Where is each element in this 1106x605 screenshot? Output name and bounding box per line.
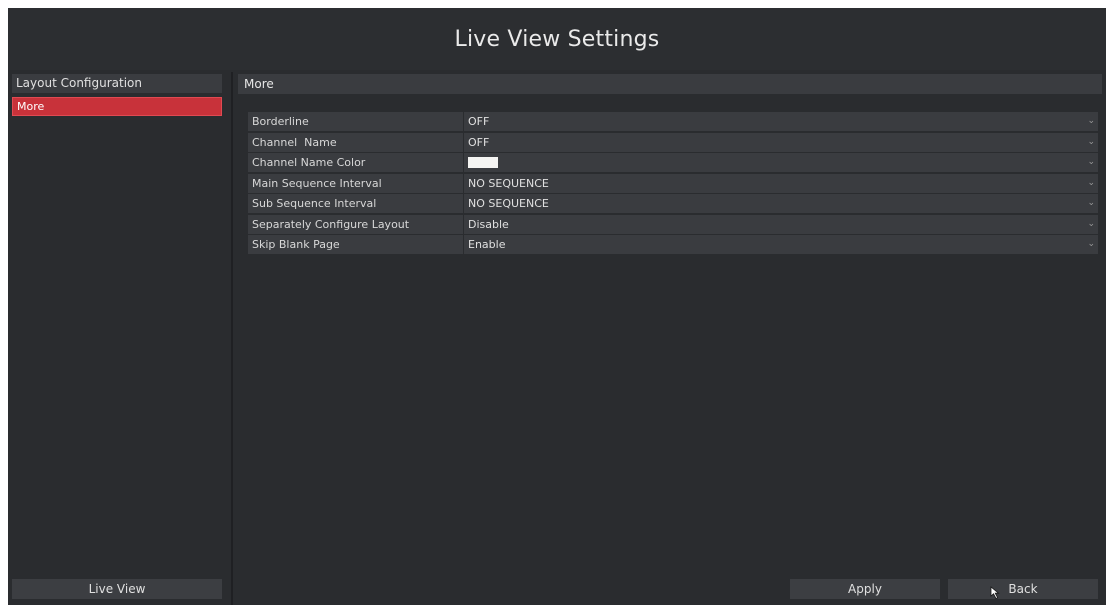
borderline-dropdown[interactable]: OFF ⌄ <box>464 112 1098 131</box>
setting-value: OFF <box>468 115 490 128</box>
chevron-down-icon: ⌄ <box>1087 198 1095 208</box>
main-panel: More Borderline OFF ⌄ Channel Name OFF ⌄… <box>234 72 1106 605</box>
setting-row-skip-blank-page: Skip Blank Page Enable ⌄ <box>248 235 1098 254</box>
chevron-down-icon: ⌄ <box>1087 177 1095 188</box>
setting-value: NO SEQUENCE <box>468 176 549 190</box>
page-title: Live View Settings <box>454 26 660 52</box>
sidebar-header[interactable]: Layout Configuration <box>12 74 222 93</box>
setting-value: NO SEQUENCE <box>468 197 549 210</box>
chevron-down-icon: ⌄ <box>1087 157 1095 167</box>
mouse-cursor-icon <box>990 586 1000 600</box>
setting-value: Enable <box>468 238 506 251</box>
title-bar: Live View Settings <box>8 8 1106 70</box>
setting-row-channel-name: Channel Name OFF ⌄ <box>248 132 1098 152</box>
chevron-down-icon: ⌄ <box>1087 116 1095 126</box>
separately-configure-layout-dropdown[interactable]: Disable ⌄ <box>464 214 1098 234</box>
setting-value: OFF <box>468 135 490 149</box>
sidebar-item-more[interactable]: More <box>12 97 222 116</box>
vertical-divider <box>231 72 233 605</box>
setting-label: Skip Blank Page <box>248 235 463 254</box>
section-header: More <box>238 74 1102 94</box>
setting-row-separately-configure-layout: Separately Configure Layout Disable ⌄ <box>248 214 1098 234</box>
setting-row-sub-sequence-interval: Sub Sequence Interval NO SEQUENCE ⌄ <box>248 194 1098 213</box>
channel-name-color-picker[interactable]: ⌄ <box>464 153 1098 172</box>
sub-sequence-interval-dropdown[interactable]: NO SEQUENCE ⌄ <box>464 194 1098 213</box>
apply-button[interactable]: Apply <box>790 579 940 599</box>
sidebar: Layout Configuration More Live View <box>8 72 230 605</box>
chevron-down-icon: ⌄ <box>1087 136 1095 147</box>
main-sequence-interval-dropdown[interactable]: NO SEQUENCE ⌄ <box>464 173 1098 193</box>
color-swatch[interactable] <box>468 156 498 168</box>
setting-label: Borderline <box>248 112 463 131</box>
setting-row-main-sequence-interval: Main Sequence Interval NO SEQUENCE ⌄ <box>248 173 1098 193</box>
setting-label: Separately Configure Layout <box>248 214 463 234</box>
skip-blank-page-dropdown[interactable]: Enable ⌄ <box>464 235 1098 254</box>
chevron-down-icon: ⌄ <box>1087 239 1095 249</box>
setting-label: Sub Sequence Interval <box>248 194 463 213</box>
back-button[interactable]: Back <box>948 579 1098 599</box>
setting-row-borderline: Borderline OFF ⌄ <box>248 112 1098 131</box>
live-view-button[interactable]: Live View <box>12 579 222 599</box>
setting-label: Channel Name <box>248 132 463 152</box>
setting-label: Channel Name Color <box>248 153 463 172</box>
settings-list: Borderline OFF ⌄ Channel Name OFF ⌄ Chan… <box>248 112 1098 256</box>
live-view-settings-window: Live View Settings Layout Configuration … <box>8 8 1106 605</box>
setting-row-channel-name-color: Channel Name Color ⌄ <box>248 153 1098 172</box>
setting-value: Disable <box>468 217 509 231</box>
channel-name-dropdown[interactable]: OFF ⌄ <box>464 132 1098 152</box>
setting-label: Main Sequence Interval <box>248 173 463 193</box>
chevron-down-icon: ⌄ <box>1087 218 1095 229</box>
